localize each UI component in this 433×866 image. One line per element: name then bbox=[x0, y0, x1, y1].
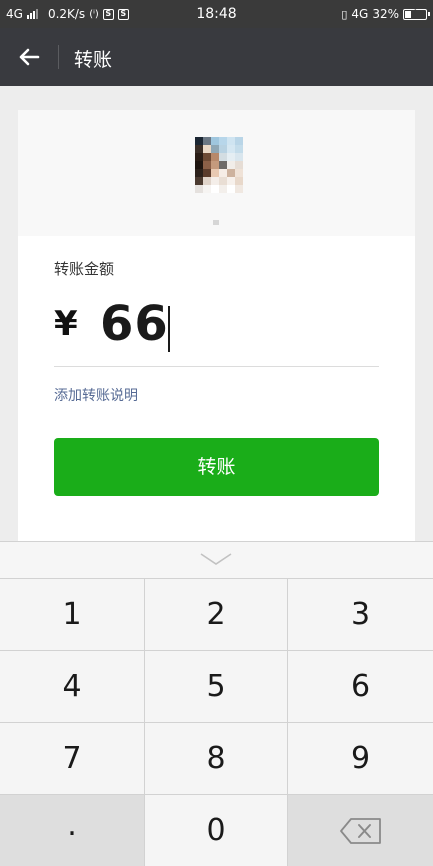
text-cursor bbox=[168, 306, 170, 352]
status-right: ▯ 4G 32% ⚡ bbox=[341, 6, 430, 21]
amount-underline bbox=[54, 366, 379, 367]
vibrate-icon: ▯ bbox=[341, 7, 348, 21]
transfer-card: 转账金额 ¥ 66 添加转账说明 转账 bbox=[18, 110, 415, 550]
avatar-indicator bbox=[213, 220, 219, 225]
amount-label: 转账金额 bbox=[54, 260, 115, 278]
title-divider bbox=[58, 45, 59, 69]
key-9[interactable]: 9 bbox=[288, 723, 433, 795]
transfer-button[interactable]: 转账 bbox=[54, 438, 379, 496]
key-2[interactable]: 2 bbox=[145, 579, 288, 651]
key-6[interactable]: 6 bbox=[288, 651, 433, 723]
amount-input[interactable]: 66 bbox=[100, 296, 169, 352]
keypad-grid: 1 2 3 4 5 6 7 8 9 . 0 bbox=[0, 579, 433, 866]
key-3[interactable]: 3 bbox=[288, 579, 433, 651]
charging-icon: ⚡ bbox=[411, 6, 419, 18]
title-bar: 转账 bbox=[0, 28, 433, 86]
network-type-right: 4G bbox=[351, 7, 369, 21]
key-0[interactable]: 0 bbox=[145, 795, 288, 866]
recipient-avatar[interactable] bbox=[195, 137, 243, 193]
numeric-keyboard: 1 2 3 4 5 6 7 8 9 . 0 bbox=[0, 541, 433, 866]
back-arrow-icon bbox=[19, 48, 40, 66]
key-4[interactable]: 4 bbox=[0, 651, 145, 723]
backspace-icon bbox=[339, 817, 381, 844]
back-button[interactable] bbox=[14, 42, 44, 72]
chevron-down-icon bbox=[200, 553, 232, 565]
add-transfer-note-link[interactable]: 添加转账说明 bbox=[54, 385, 138, 405]
key-decimal[interactable]: . bbox=[0, 795, 145, 866]
key-8[interactable]: 8 bbox=[145, 723, 288, 795]
key-backspace[interactable] bbox=[288, 795, 433, 866]
key-7[interactable]: 7 bbox=[0, 723, 145, 795]
battery-icon: ⚡ bbox=[403, 6, 430, 20]
key-1[interactable]: 1 bbox=[0, 579, 145, 651]
page-title: 转账 bbox=[74, 49, 113, 71]
recipient-header bbox=[18, 110, 415, 236]
currency-symbol: ¥ bbox=[54, 304, 78, 344]
key-5[interactable]: 5 bbox=[145, 651, 288, 723]
battery-percent: 32% bbox=[372, 7, 399, 21]
status-bar: 4G 0.2K/s (ⁱ) S S 18:48 ▯ 4G 32% ⚡ bbox=[0, 0, 433, 28]
keyboard-collapse-bar[interactable] bbox=[0, 542, 433, 579]
